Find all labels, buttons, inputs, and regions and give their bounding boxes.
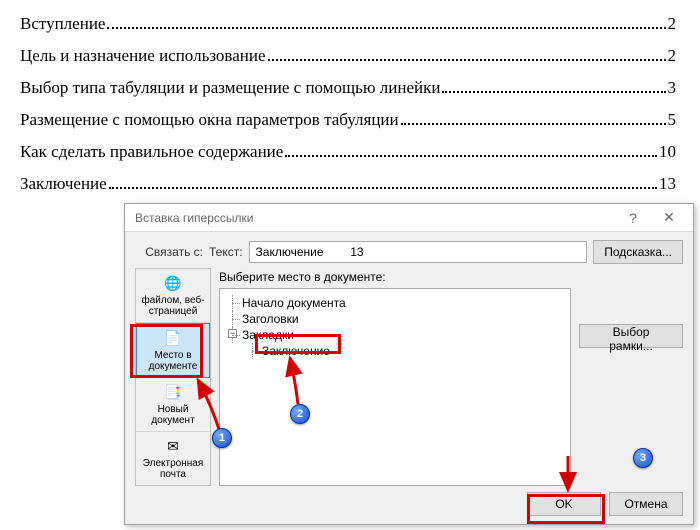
tree-node-headings[interactable]: Заголовки: [228, 311, 562, 327]
link-to-file[interactable]: 🌐 файлом, веб-страницей: [136, 269, 210, 323]
tree-node-label: Начало документа: [242, 296, 346, 310]
text-label: Текст:: [209, 245, 243, 259]
toc-page: 3: [668, 78, 677, 98]
link-to-panel: 🌐 файлом, веб-страницей 📄 Место в докуме…: [135, 268, 211, 486]
toc-page: 13: [659, 174, 676, 194]
globe-file-icon: 🌐: [164, 275, 182, 293]
insert-hyperlink-dialog: Вставка гиперссылки ? ✕ Связать с: Текст…: [124, 203, 694, 525]
link-to-label: Электронная почта: [138, 458, 208, 480]
text-row: Связать с: Текст: Подсказка...: [125, 232, 693, 268]
toc-line: Выбор типа табуляции и размещение с помо…: [20, 78, 676, 98]
toc-line: Вступление 2: [20, 14, 676, 34]
tree-node-doc-start[interactable]: Начало документа: [228, 295, 562, 311]
tree-node-label: Заголовки: [242, 312, 299, 326]
link-to-label: Новый документ: [138, 404, 208, 426]
dialog-title: Вставка гиперссылки: [135, 211, 253, 225]
document-target-icon: 📄: [164, 330, 182, 348]
link-to-email[interactable]: ✉ Электронная почта: [136, 432, 210, 485]
toc-line: Размещение с помощью окна параметров таб…: [20, 110, 676, 130]
choose-frame-button[interactable]: Выбор рамки...: [579, 324, 683, 348]
document-toc: Вступление 2 Цель и назначение использов…: [0, 0, 700, 220]
close-button[interactable]: ✕: [651, 207, 687, 229]
toc-title: Как сделать правильное содержание: [20, 142, 283, 162]
toc-leader: [107, 27, 665, 29]
link-to-new-document[interactable]: 📑 Новый документ: [136, 378, 210, 432]
tree-node-bookmark-conclusion[interactable]: Заключение: [228, 343, 562, 359]
toc-title: Цель и назначение использование: [20, 46, 266, 66]
tooltip-button[interactable]: Подсказка...: [593, 240, 683, 264]
toc-leader: [401, 123, 666, 125]
toc-title: Вступление: [20, 14, 105, 34]
link-to-place-in-document[interactable]: 📄 Место в документе: [136, 323, 210, 378]
link-to-label: Место в документе: [139, 350, 207, 372]
toc-line: Как сделать правильное содержание 10: [20, 142, 676, 162]
collapse-icon[interactable]: −: [228, 329, 237, 338]
toc-leader: [268, 59, 666, 61]
new-document-icon: 📑: [164, 384, 182, 402]
toc-page: 2: [668, 46, 677, 66]
toc-page: 2: [668, 14, 677, 34]
toc-line: Заключение 13: [20, 174, 676, 194]
tree-node-label: Заключение: [262, 344, 330, 358]
dialog-titlebar[interactable]: Вставка гиперссылки ? ✕: [125, 204, 693, 232]
tree-node-label: Закладки: [242, 328, 294, 342]
toc-leader: [109, 187, 657, 189]
link-with-label: Связать с:: [135, 245, 203, 259]
toc-title: Заключение: [20, 174, 107, 194]
display-text-input[interactable]: [249, 241, 588, 263]
toc-title: Размещение с помощью окна параметров таб…: [20, 110, 399, 130]
email-icon: ✉: [164, 438, 182, 456]
tree-node-bookmarks[interactable]: − Закладки: [228, 327, 562, 343]
place-tree[interactable]: Начало документа Заголовки − Закладки За…: [219, 288, 571, 486]
help-button[interactable]: ?: [615, 207, 651, 229]
link-to-label: файлом, веб-страницей: [138, 295, 208, 317]
ok-button[interactable]: OK: [527, 492, 601, 516]
toc-leader: [285, 155, 657, 157]
toc-title: Выбор типа табуляции и размещение с помо…: [20, 78, 440, 98]
select-place-label: Выберите место в документе:: [219, 268, 571, 288]
toc-line: Цель и назначение использование 2: [20, 46, 676, 66]
cancel-button[interactable]: Отмена: [609, 492, 683, 516]
toc-page: 10: [659, 142, 676, 162]
toc-page: 5: [668, 110, 677, 130]
toc-leader: [442, 91, 665, 93]
